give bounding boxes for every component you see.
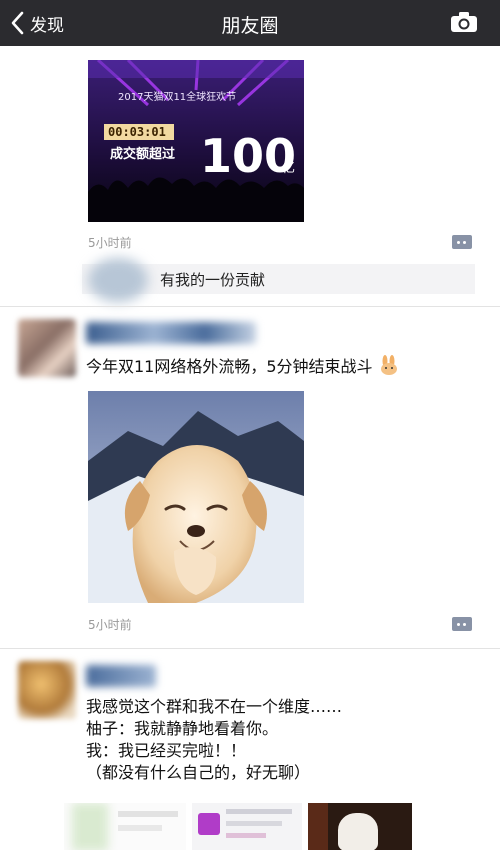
page-title: 朋友圈 [221,15,279,37]
post-text: 我感觉这个群和我不在一个维度…… 柚子：我就静静地看着你。 我：我已经买完啦！！… [86,696,342,784]
post-thumbnail[interactable] [64,803,186,850]
nav-bar: 发现 朋友圈 [0,0,500,46]
avatar[interactable] [18,661,76,719]
post-line: （都没有什么自己的，好无聊） [86,763,311,782]
post-line: 我感觉这个群和我不在一个维度…… [86,697,343,716]
post-thumbnail[interactable] [192,803,302,850]
post-line: 柚子：我就静静地看着你。 [86,719,279,738]
camera-icon[interactable] [450,11,478,33]
post-line: 我：我已经买完啦！！ [86,741,247,760]
moment-post: 我感觉这个群和我不在一个维度…… 柚子：我就静静地看着你。 我：我已经买完啦！！… [0,46,500,850]
moments-feed[interactable]: 2017天猫双11全球狂欢节 00:03:01 成交额超过 100 亿 5小时前… [0,46,500,850]
username-blurred[interactable] [86,665,156,687]
post-thumbnail[interactable] [308,803,412,850]
